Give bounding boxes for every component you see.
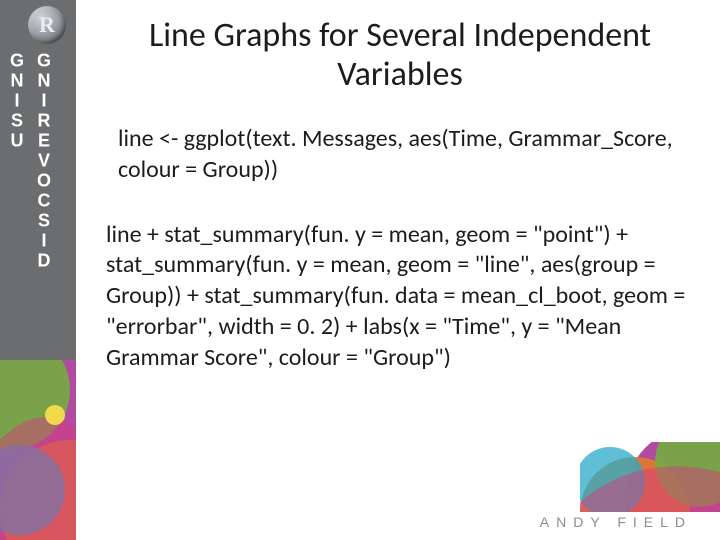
banner-word-discovering: DISCOVERING	[33, 50, 55, 270]
r-logo-icon: R	[28, 6, 66, 44]
left-banner: R USING DISCOVERING	[0, 0, 76, 540]
slide-title: Line Graphs for Several Independent Vari…	[110, 16, 690, 94]
banner-abstract-art	[0, 360, 76, 540]
r-logo-glyph: R	[39, 12, 55, 38]
footer-abstract-art	[580, 442, 720, 512]
footer-author: ANDY FIELD	[540, 514, 692, 530]
banner-word-using: USING	[6, 50, 28, 150]
slide-content: Line Graphs for Several Independent Vari…	[100, 16, 700, 407]
code-block-2: line + stat_summary(fun. y = mean, geom …	[106, 220, 694, 374]
code-block-1: line <- ggplot(text. Messages, aes(Time,…	[118, 124, 682, 185]
